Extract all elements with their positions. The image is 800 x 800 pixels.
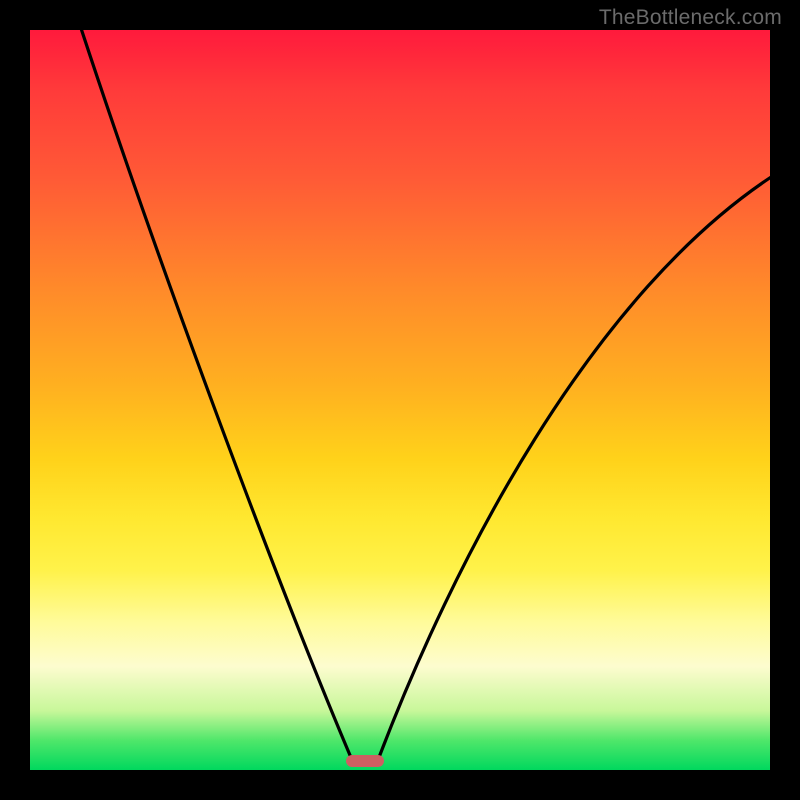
chart-frame: TheBottleneck.com [0, 0, 800, 800]
curve-right-branch [378, 170, 770, 760]
curve-left-branch [75, 30, 352, 760]
plot-area [30, 30, 770, 770]
optimal-point-marker [346, 755, 384, 767]
watermark-text: TheBottleneck.com [599, 6, 782, 30]
bottleneck-curve [30, 30, 770, 770]
